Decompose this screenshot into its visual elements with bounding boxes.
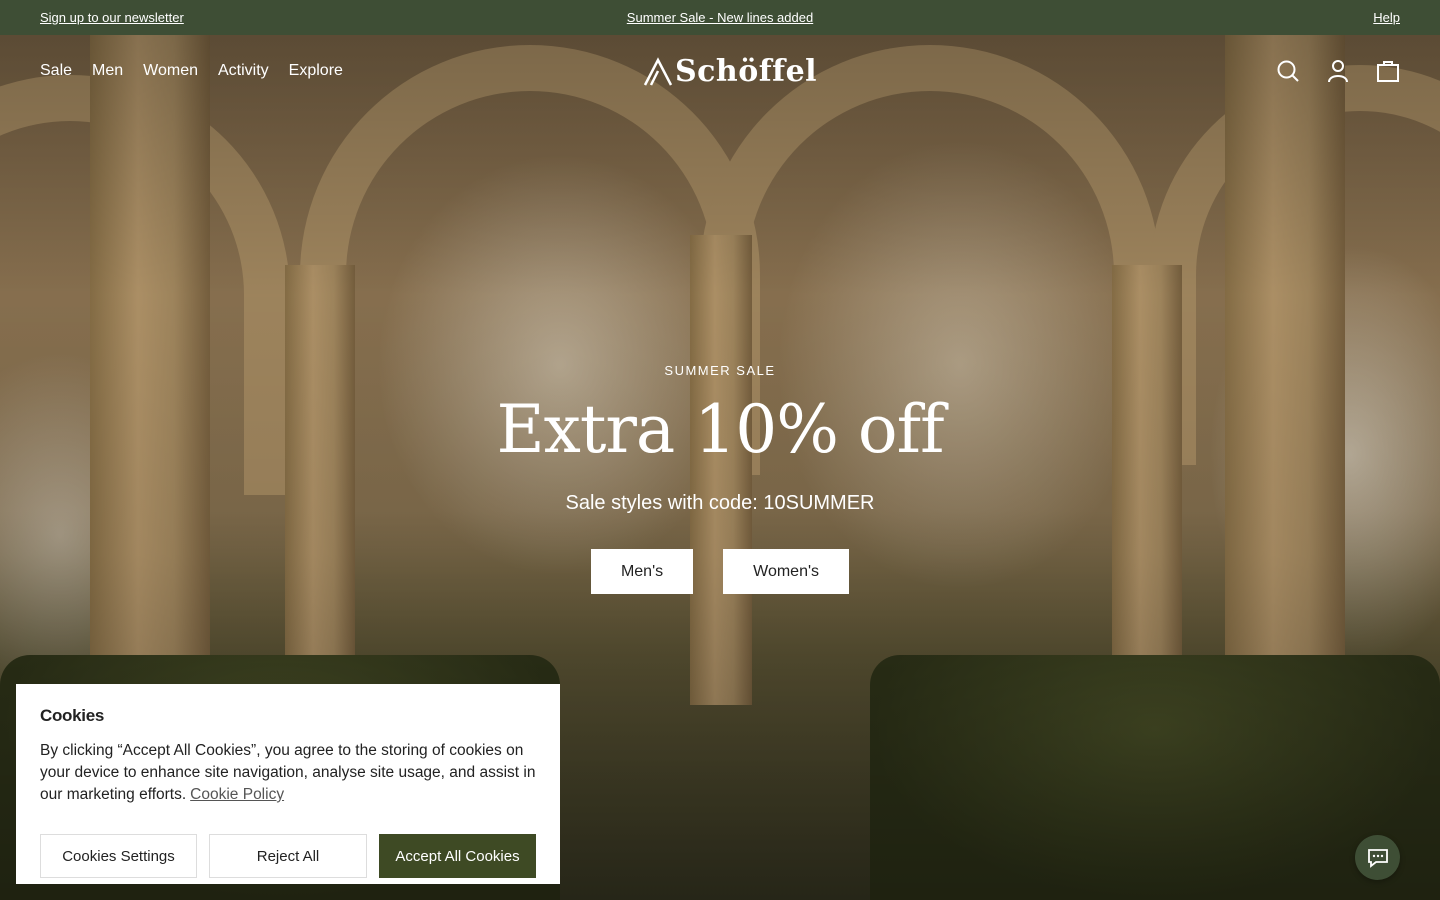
account-icon[interactable]	[1326, 59, 1350, 83]
cookie-policy-link[interactable]: Cookie Policy	[190, 786, 284, 803]
announcement-bar: Sign up to our newsletter Summer Sale - …	[0, 0, 1440, 35]
hero-ctas: Men's Women's	[0, 549, 1440, 594]
cookie-buttons: Cookies Settings Reject All Accept All C…	[40, 834, 536, 878]
nav-links: Sale Men Women Activity Explore	[40, 62, 343, 80]
nav-icons	[1276, 59, 1400, 83]
chat-button[interactable]	[1355, 835, 1400, 880]
brand-wordmark: Schöffel	[675, 54, 818, 89]
mountain-logo-icon	[643, 56, 673, 86]
shop-mens-button[interactable]: Men's	[590, 549, 694, 594]
brand-logo[interactable]: Schöffel	[643, 54, 817, 89]
cookie-text: By clicking “Accept All Cookies”, you ag…	[40, 740, 536, 806]
reject-all-button[interactable]: Reject All	[209, 834, 367, 878]
nav-item-men[interactable]: Men	[92, 62, 123, 80]
help-link[interactable]: Help	[1373, 10, 1400, 25]
cookie-title: Cookies	[40, 706, 105, 725]
hero-copy: SUMMER SALE Extra 10% off Sale styles wi…	[0, 363, 1440, 594]
cookies-settings-button[interactable]: Cookies Settings	[40, 834, 197, 878]
nav-item-explore[interactable]: Explore	[289, 62, 343, 80]
chat-icon	[1367, 848, 1388, 868]
nav-item-women[interactable]: Women	[143, 62, 198, 80]
main-nav: Sale Men Women Activity Explore Schöffel	[0, 35, 1440, 107]
cookie-banner: Cookies By clicking “Accept All Cookies”…	[16, 684, 560, 884]
hero-eyebrow: SUMMER SALE	[664, 363, 776, 378]
promo-link[interactable]: Summer Sale - New lines added	[627, 10, 813, 25]
search-icon[interactable]	[1276, 59, 1300, 83]
nav-item-sale[interactable]: Sale	[40, 62, 72, 80]
newsletter-link[interactable]: Sign up to our newsletter	[40, 10, 184, 25]
hero-subline: Sale styles with code: 10SUMMER	[565, 492, 875, 514]
hero-headline: Extra 10% off	[496, 391, 944, 468]
accept-all-button[interactable]: Accept All Cookies	[379, 834, 536, 878]
bag-icon[interactable]	[1376, 59, 1400, 83]
shop-womens-button[interactable]: Women's	[723, 549, 850, 594]
nav-item-activity[interactable]: Activity	[218, 62, 269, 80]
cookie-body: By clicking “Accept All Cookies”, you ag…	[40, 742, 536, 803]
